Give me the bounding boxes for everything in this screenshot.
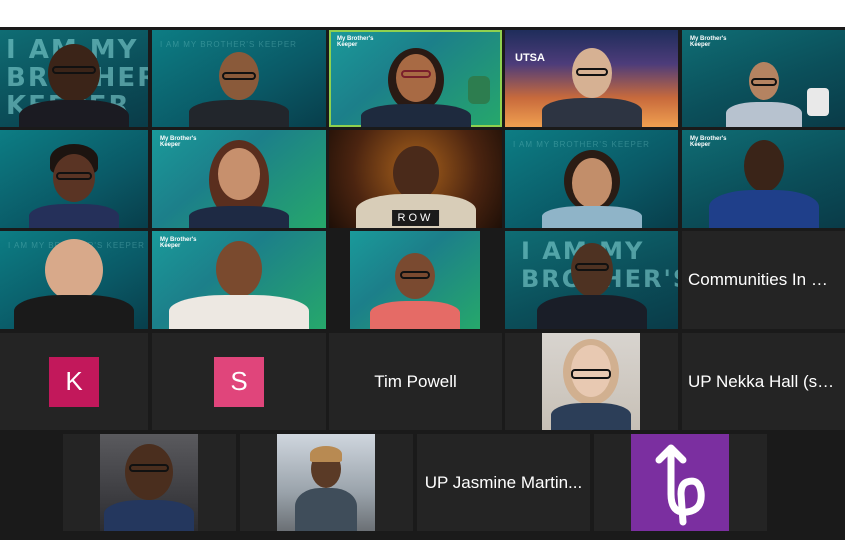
participant-body	[541, 98, 642, 127]
video-feed	[542, 333, 640, 430]
participant-body	[14, 295, 134, 329]
participant-head	[45, 239, 103, 301]
brand-logo: My Brother's Keeper	[160, 136, 197, 148]
participant-body	[708, 190, 819, 228]
participant-hat	[310, 446, 342, 462]
participant-video-tile[interactable]: I AM MY BROTHER'S KEEPER	[505, 130, 678, 228]
participant-video-tile[interactable]	[0, 130, 148, 228]
participant-body	[189, 206, 289, 228]
glasses	[222, 72, 256, 80]
background-banner-text: I AM MY BROTHER'S KEEPER	[513, 140, 650, 149]
video-feed	[631, 434, 729, 531]
participant-video-tile[interactable]	[505, 333, 678, 430]
brand-logo: My Brother's Keeper	[337, 36, 374, 48]
participant-head	[216, 241, 262, 297]
participant-body	[541, 206, 642, 228]
meeting-gallery: I AM MY BROTHER'S KEEPER I AM MY BROTHER…	[0, 0, 845, 540]
participant-head	[395, 54, 436, 102]
participant-video-tile[interactable]: I AM MY BROTHER'S KEEPER	[152, 30, 326, 127]
participant-head	[392, 146, 439, 200]
participant-avatar-tile[interactable]: S	[152, 333, 326, 430]
illustration-figure	[807, 88, 829, 116]
glasses	[750, 78, 777, 86]
participant-video-tile[interactable]: I AM MY BROTHER'S KEEPER	[0, 231, 148, 329]
glasses	[571, 369, 611, 379]
participant-video-tile[interactable]	[63, 434, 236, 531]
brand-logo: My Brother's Keeper	[690, 36, 727, 48]
participant-name-tile[interactable]: UP Nekka Hall (she...	[682, 333, 845, 430]
participant-body	[536, 295, 647, 329]
shirt-text: ROW	[391, 210, 440, 226]
participant-video-tile[interactable]	[240, 434, 413, 531]
glasses	[575, 68, 608, 76]
participant-head	[125, 444, 173, 500]
participant-video-tile[interactable]: My Brother's Keeper	[329, 30, 502, 127]
background-banner-text: I AM MY BROTHER'S KEEPER	[160, 40, 297, 49]
glasses	[52, 66, 96, 74]
avatar-initial: S	[214, 356, 264, 407]
avatar-initial: K	[49, 356, 99, 407]
participant-body	[370, 301, 460, 329]
participant-video-tile[interactable]	[594, 434, 767, 531]
participant-name: UP Jasmine Martin...	[424, 472, 583, 492]
participant-avatar-tile[interactable]: K	[0, 333, 148, 430]
participant-video-tile[interactable]: My Brother's Keeper	[152, 130, 326, 228]
glasses	[56, 172, 92, 180]
participant-video-tile[interactable]: UTSA	[505, 30, 678, 127]
participant-video-tile[interactable]	[350, 231, 480, 329]
participant-body	[295, 488, 357, 531]
participant-name-tile[interactable]: Communities In Sc...	[682, 231, 845, 329]
participant-video-tile[interactable]: My Brother's Keeper	[152, 231, 326, 329]
participant-body	[551, 403, 631, 430]
participant-name: Tim Powell	[374, 371, 457, 391]
glasses	[574, 263, 609, 271]
participant-name-tile[interactable]: Tim Powell	[329, 333, 502, 430]
brand-logo: My Brother's Keeper	[690, 136, 727, 148]
glasses	[129, 464, 169, 472]
participant-head	[743, 140, 784, 192]
glasses	[400, 271, 430, 279]
brand-logo: UTSA	[515, 52, 545, 64]
up-logo-icon	[655, 444, 705, 526]
participant-body	[360, 104, 471, 127]
participant-video-tile[interactable]: I AM MY BROTHER'S KEEPER	[0, 30, 148, 127]
participant-body	[29, 204, 119, 228]
glasses	[400, 70, 431, 78]
participant-body	[104, 500, 194, 531]
participant-body	[19, 100, 129, 127]
illustration-figure	[468, 76, 490, 104]
participant-body	[189, 100, 289, 127]
participant-name: Communities In Sc...	[688, 270, 845, 289]
video-feed	[100, 434, 198, 531]
participant-video-tile[interactable]: My Brother's Keeper	[682, 130, 845, 228]
brand-logo: My Brother's Keeper	[160, 237, 197, 249]
video-feed	[277, 434, 375, 531]
top-bar	[0, 0, 845, 27]
participant-video-tile[interactable]: ROW	[329, 130, 502, 228]
participant-video-tile[interactable]: My Brother's Keeper	[682, 30, 845, 127]
participant-head	[218, 148, 260, 200]
participant-name-tile[interactable]: UP Jasmine Martin...	[417, 434, 590, 531]
participant-head	[571, 158, 612, 208]
participant-video-tile[interactable]: I AM MY BROTHER'S	[505, 231, 678, 329]
participant-body	[169, 295, 309, 329]
participant-name: UP Nekka Hall (she...	[688, 371, 845, 391]
participant-body	[725, 102, 802, 127]
